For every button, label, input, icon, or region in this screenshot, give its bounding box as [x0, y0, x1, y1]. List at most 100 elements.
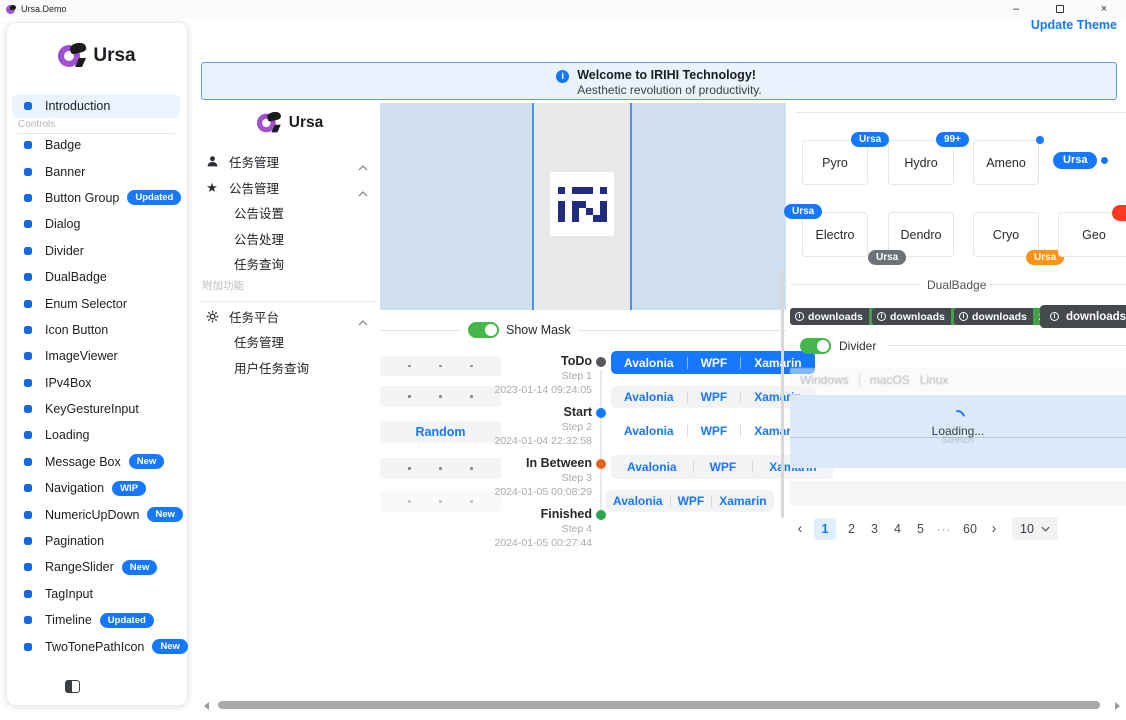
sidebar-item-introduction[interactable]: Introduction [12, 94, 180, 118]
chevron-down-icon [1041, 526, 1050, 532]
page-size-select[interactable]: 10 [1012, 517, 1058, 540]
mask-guide-right[interactable] [630, 103, 632, 310]
tab-macos[interactable]: macOS [870, 373, 910, 387]
wpf-button[interactable]: WPF [688, 386, 741, 408]
page-prev-button[interactable]: ‹ [794, 520, 806, 537]
menu-item-announcement-processing[interactable]: 公告处理 [200, 226, 378, 252]
avalonia-button[interactable]: Avalonia [606, 490, 670, 512]
close-button[interactable]: × [1082, 0, 1126, 18]
avalonia-button[interactable]: Avalonia [611, 456, 693, 478]
bullet-icon [24, 643, 32, 651]
xamarin-button[interactable]: Xamarin [712, 490, 773, 512]
sidebar-item-rangeslider[interactable]: RangeSliderNew [12, 554, 184, 580]
bullet-icon [24, 326, 32, 334]
page-button[interactable]: 60 [960, 522, 980, 536]
bullet-icon [24, 511, 32, 519]
ursa-badge: Ursa [851, 132, 889, 147]
sidebar-item-button-group[interactable]: Button GroupUpdated [12, 185, 184, 211]
wpf-button[interactable]: WPF [688, 420, 741, 442]
top-divider [796, 112, 1126, 113]
info-icon [877, 312, 886, 321]
chevron-up-icon[interactable] [358, 313, 368, 331]
page-button[interactable]: 4 [890, 522, 905, 536]
update-theme-button[interactable]: Update Theme [1031, 18, 1117, 32]
sidebar-item-ipv4box[interactable]: IPv4Box [12, 370, 184, 396]
sidebar-item-twotonepathicon[interactable]: TwoTonePathIconNew [12, 633, 184, 659]
wpf-button[interactable]: WPF [688, 352, 741, 374]
maximize-icon [1056, 5, 1064, 13]
divider-line [990, 284, 1126, 285]
minimize-button[interactable]: – [994, 0, 1038, 18]
ursa-logo-icon [58, 43, 84, 69]
info-icon [1050, 312, 1059, 321]
dot-badge [1101, 157, 1108, 164]
menu-item-task-platform[interactable]: 任务平台 [200, 304, 378, 330]
sidebar-item-icon-button[interactable]: Icon Button [12, 317, 184, 343]
inner-menu: 任务管理 ★ 公告管理 公告设置 公告处理 任务查询 附加功能 任务平台 任务管… [200, 149, 378, 380]
sidebar-item-dualbadge[interactable]: DualBadge [12, 264, 184, 290]
status-badge: New [147, 507, 183, 522]
sidebar-item-pagination[interactable]: Pagination [12, 528, 184, 554]
page-next-button[interactable]: › [988, 520, 1000, 537]
sidebar-item-loading[interactable]: Loading [12, 422, 184, 448]
bullet-icon [24, 458, 32, 466]
collapse-sidebar-icon[interactable] [65, 680, 80, 693]
wpf-button[interactable]: WPF [694, 456, 753, 478]
show-mask-toggle[interactable] [468, 322, 499, 338]
info-icon [795, 312, 804, 321]
maximize-button[interactable] [1038, 0, 1082, 18]
sidebar-item-banner[interactable]: Banner [12, 158, 184, 184]
menu-item-task-management-2[interactable]: 任务管理 [200, 329, 378, 355]
sidebar-item-divider[interactable]: Divider [12, 238, 184, 264]
page-button[interactable]: 5 [913, 522, 928, 536]
menu-item-announcement-management[interactable]: ★ 公告管理 [200, 175, 378, 201]
menu-item-task-query[interactable]: 任务查询 [200, 251, 378, 277]
sidebar-logo: Ursa [7, 43, 187, 69]
title-bar: Ursa.Demo – × [0, 0, 1126, 18]
divider-toggle[interactable] [800, 338, 831, 354]
vertical-scrollbar[interactable] [781, 268, 784, 518]
avalonia-button[interactable]: Avalonia [611, 352, 687, 374]
sidebar-logo-text: Ursa [93, 45, 135, 67]
inner-menu-logo: Ursa [200, 110, 378, 136]
page-button[interactable]: 3 [867, 522, 882, 536]
chevron-up-icon[interactable] [358, 158, 368, 176]
chevron-up-icon[interactable] [358, 184, 368, 202]
mask-right [631, 103, 786, 310]
avalonia-button[interactable]: Avalonia [611, 420, 687, 442]
menu-item-user-task-query[interactable]: 用户任务查询 [200, 355, 378, 381]
tab-linux[interactable]: Linux [920, 373, 949, 387]
horizontal-scrollbar-thumb[interactable] [218, 701, 1100, 709]
page-button-current[interactable]: 1 [814, 518, 836, 540]
bullet-icon [24, 168, 32, 176]
dot-badge [1036, 136, 1044, 144]
tab-windows[interactable]: Windows [800, 373, 849, 387]
scroll-right-arrow[interactable] [1115, 702, 1120, 710]
menu-item-announcement-settings[interactable]: 公告设置 [200, 200, 378, 226]
sidebar-item-badge[interactable]: Badge [12, 132, 184, 158]
sidebar-item-enum-selector[interactable]: Enum Selector [12, 290, 184, 316]
sidebar-item-timeline[interactable]: TimelineUpdated [12, 607, 184, 633]
divider-line [380, 330, 460, 331]
bullet-icon [24, 379, 32, 387]
banner-title: Welcome to IRIHI Technology! [577, 68, 762, 83]
image-viewer[interactable] [380, 103, 786, 310]
scroll-left-arrow[interactable] [204, 702, 209, 710]
sidebar-item-dialog[interactable]: Dialog [12, 211, 184, 237]
octet-separator-dot [470, 500, 473, 503]
sidebar-item-navigation[interactable]: NavigationWIP [12, 475, 184, 501]
sidebar-item-numericupdown[interactable]: NumericUpDownNew [12, 501, 184, 527]
sidebar-item-imageviewer[interactable]: ImageViewer [12, 343, 184, 369]
wpf-button[interactable]: WPF [671, 490, 712, 512]
bullet-icon [24, 590, 32, 598]
avalonia-button[interactable]: Avalonia [611, 386, 687, 408]
octet-separator-dot [408, 395, 411, 398]
sidebar-item-message-box[interactable]: Message BoxNew [12, 449, 184, 475]
menu-item-task-management[interactable]: 任务管理 [200, 149, 378, 175]
page-button[interactable]: 2 [844, 522, 859, 536]
mask-guide-left[interactable] [532, 103, 534, 310]
person-icon [205, 155, 219, 168]
sidebar-item-taginput[interactable]: TagInput [12, 581, 184, 607]
sidebar-item-keygestureinput[interactable]: KeyGestureInput [12, 396, 184, 422]
status-badge: New [152, 639, 188, 654]
